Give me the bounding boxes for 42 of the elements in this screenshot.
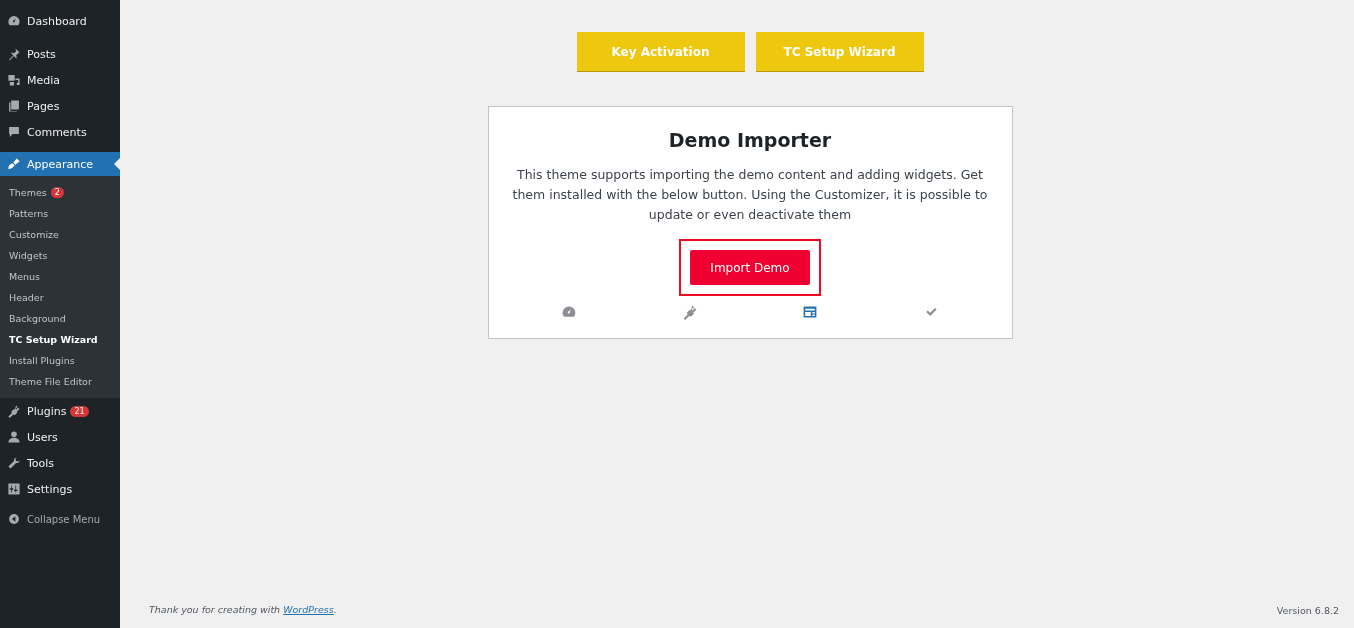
layout-icon[interactable] [802, 304, 819, 320]
plug-icon [7, 404, 21, 418]
menu-item[interactable]: Settings [0, 476, 120, 502]
speech-bubble-icon [7, 125, 21, 139]
menu-item[interactable]: Posts [0, 41, 120, 67]
collapse-menu-button[interactable]: Collapse Menu [0, 506, 120, 532]
card-description: This theme supports importing the demo content and adding widgets. Get them installed with the below button. Using the Customizer, it is possible to update or even deactivate them [511, 166, 989, 224]
version-text: Version 6.8.2 [1276, 604, 1339, 616]
sliders-icon [7, 482, 21, 496]
import-demo-button[interactable]: Import Demo [690, 250, 810, 285]
menu-item[interactable]: Users [0, 424, 120, 450]
count-badge: 21 [70, 405, 89, 417]
submenu-item[interactable]: Menus [0, 266, 120, 287]
menu-item[interactable]: Appearance [0, 152, 120, 176]
menu-item[interactable]: Tools [0, 450, 120, 476]
user-icon [7, 430, 21, 444]
wrench-icon [7, 456, 21, 470]
menu-item[interactable]: Plugins 21 [0, 398, 120, 424]
paintbrush-icon [7, 157, 21, 171]
wordpress-link[interactable]: WordPress [283, 604, 334, 615]
footer-text: Thank you for creating with WordPress. [149, 603, 337, 617]
menu-item[interactable]: Dashboard [0, 8, 120, 34]
card-title: Demo Importer [668, 129, 832, 151]
dashboard-icon[interactable] [560, 304, 577, 320]
count-badge: 2 [50, 187, 64, 198]
submenu-item[interactable]: Theme File Editor [0, 371, 120, 392]
pin-icon [7, 47, 21, 61]
pages-icon [7, 99, 21, 113]
submenu-item[interactable]: Customize [0, 224, 120, 245]
submenu-item[interactable]: Header [0, 287, 120, 308]
media-icon [7, 73, 21, 87]
submenu-item[interactable]: Widgets [0, 245, 120, 266]
plug-icon[interactable] [681, 304, 698, 320]
menu-item[interactable]: Comments [0, 119, 120, 145]
dashboard-icon [7, 14, 21, 28]
menu-item[interactable]: Media [0, 67, 120, 93]
submenu-item[interactable]: Patterns [0, 203, 120, 224]
submenu-item[interactable]: Background [0, 308, 120, 329]
submenu-item[interactable]: Install Plugins [0, 350, 120, 371]
menu-item[interactable]: Pages [0, 93, 120, 119]
submenu-item[interactable]: Themes 2 [0, 182, 120, 203]
submenu-item[interactable]: TC Setup Wizard [0, 329, 120, 350]
